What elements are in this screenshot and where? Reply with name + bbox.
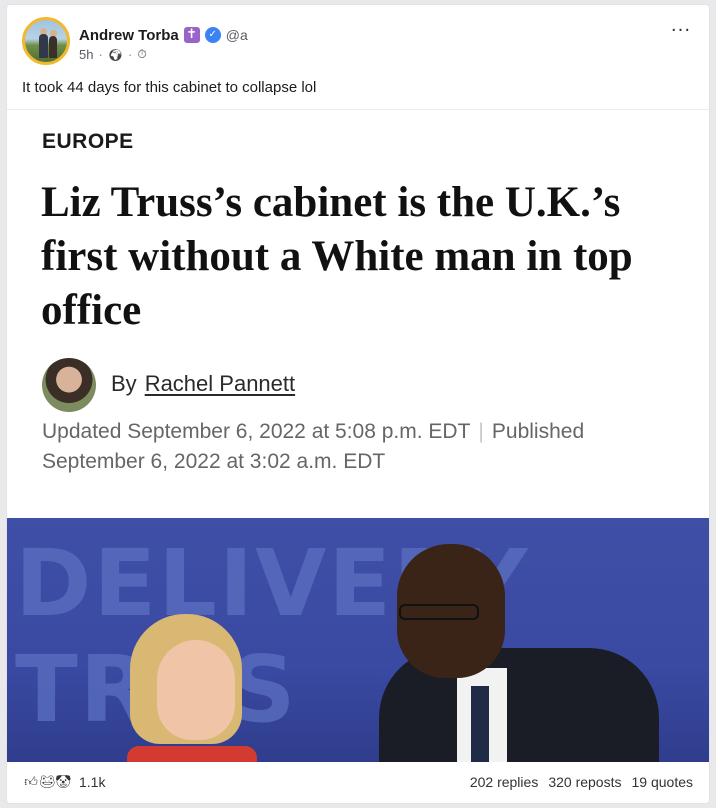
byline-prefix: By [111, 371, 137, 396]
article-kicker: EUROPE [42, 130, 134, 153]
updated-date: Updated September 6, 2022 at 5:08 p.m. E… [42, 420, 471, 443]
article-headline: Liz Truss’s cabinet is the U.K.’s first … [41, 179, 633, 334]
photo-person-right-glasses [399, 604, 479, 620]
face-icon: 🐸︎ [39, 774, 56, 789]
post-stats: 202 replies 320 reposts 19 quotes [470, 774, 693, 790]
reaction-icons: 👍︎ 🐸︎ 🤡︎ [23, 774, 71, 790]
embedded-article-image[interactable]: EUROPE Liz Truss’s cabinet is the U.K.’s… [7, 109, 709, 762]
post-time[interactable]: 5h [79, 47, 93, 62]
post-card: Andrew Torba ✝ ✓ @a 5h · 🌍︎ · ⏱︎ ··· It … [6, 4, 710, 804]
separator-dot: · [128, 47, 133, 62]
replies-count[interactable]: 202 replies [470, 774, 539, 790]
timer-icon: ⏱︎ [137, 47, 147, 61]
article-photo: DELIVERY TRUS [7, 518, 709, 762]
reposts-count[interactable]: 320 reposts [548, 774, 621, 790]
verified-icon: ✓ [204, 27, 221, 43]
author-name[interactable]: Andrew Torba [79, 27, 179, 44]
post-header: Andrew Torba ✝ ✓ @a 5h · 🌍︎ · ⏱︎ ··· [7, 5, 709, 75]
avatar-figure [39, 34, 48, 58]
author-avatar[interactable] [22, 17, 70, 65]
separator-dot: · [98, 47, 103, 62]
photo-person-right-tie [471, 686, 489, 762]
cross-badge-icon: ✝ [183, 27, 200, 43]
post-meta: 5h · 🌍︎ · ⏱︎ [79, 47, 147, 62]
globe-icon: 🌍︎ [107, 47, 124, 62]
post-footer: 👍︎ 🐸︎ 🤡︎ 1.1k 202 replies 320 reposts 19… [7, 759, 709, 803]
clown-icon: 🤡︎ [55, 774, 72, 789]
reactions-summary[interactable]: 👍︎ 🐸︎ 🤡︎ 1.1k [23, 774, 105, 790]
more-options-button[interactable]: ··· [669, 22, 693, 43]
author-handle[interactable]: @a [226, 27, 248, 43]
thumbs-up-icon: 👍︎ [24, 774, 38, 789]
article-byline: By Rachel Pannett [111, 371, 295, 397]
byline-author-link: Rachel Pannett [144, 371, 296, 396]
photo-person-left-face [157, 640, 235, 740]
post-text: It took 44 days for this cabinet to coll… [22, 79, 317, 96]
avatar-figure [49, 36, 57, 58]
author-name-row: Andrew Torba ✝ ✓ @a [79, 25, 248, 45]
article-dateline: Updated September 6, 2022 at 5:08 p.m. E… [42, 417, 672, 477]
quotes-count[interactable]: 19 quotes [632, 774, 694, 790]
byline-avatar [42, 358, 96, 412]
date-separator: | [478, 420, 484, 443]
reaction-count: 1.1k [79, 774, 106, 790]
